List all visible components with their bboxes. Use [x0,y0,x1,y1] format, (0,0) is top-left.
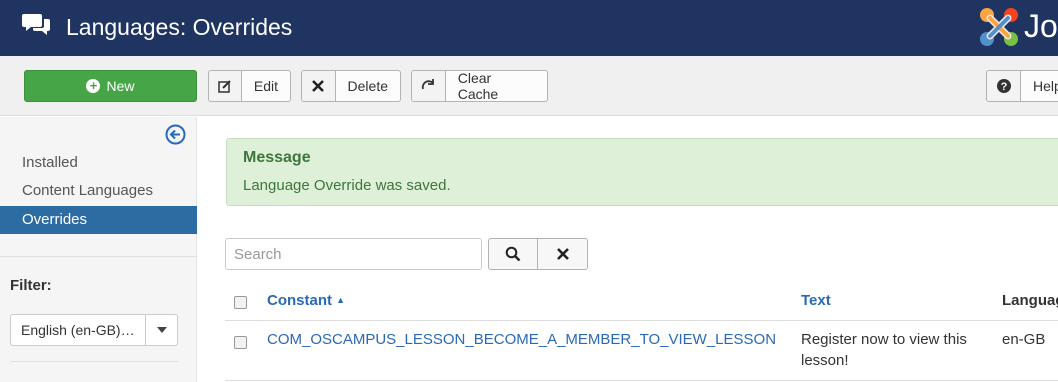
page-title: Languages: Overrides [66,14,293,40]
help-button[interactable]: ? Help [986,70,1058,102]
new-button-label: New [106,78,135,94]
toolbar: + New Edit Delete Clear Cache ? Help [0,56,1058,116]
search-icon [505,246,521,262]
close-icon [302,71,336,101]
clear-search-button[interactable] [537,238,588,270]
caret-down-icon [145,315,177,345]
table-divider [225,380,1058,381]
edit-icon [209,71,242,101]
search-input[interactable] [225,238,482,270]
message-text: Language Override was saved. [243,177,451,194]
joomla-logo[interactable] [976,4,1022,50]
brand-text: Jo [1024,8,1058,44]
sidebar-divider [0,256,197,257]
row-constant-link[interactable]: COM_OSCAMPUS_LESSON_BECOME_A_MEMBER_TO_V… [267,329,776,350]
new-button[interactable]: + New [24,70,197,102]
success-message: Message Language Override was saved. [226,138,1058,206]
table-divider [225,320,1058,321]
text-sort-link[interactable]: Text [801,292,831,309]
language-filter-value: English (en-GB)… [21,322,135,338]
edit-button[interactable]: Edit [208,70,291,102]
column-header-constant[interactable]: Constant ▲ [267,292,345,309]
column-header-language[interactable]: Language [1002,292,1058,309]
svg-text:?: ? [1000,81,1007,93]
edit-button-label: Edit [253,78,278,94]
sidebar-item-content-languages[interactable]: Content Languages [0,177,197,205]
row-text: Register now to view this lesson! [801,331,967,369]
search-button[interactable] [488,238,538,270]
delete-button[interactable]: Delete [301,70,401,102]
filter-label: Filter: [10,277,52,294]
row-checkbox[interactable] [234,336,247,349]
help-button-label: Help [1033,78,1058,94]
collapse-sidebar-icon[interactable] [165,124,186,145]
close-icon [556,248,569,260]
sidebar-item-overrides[interactable]: Overrides [0,206,197,234]
header-bar: Languages: Overrides Jo [0,0,1058,56]
plus-circle-icon: + [86,79,101,93]
clear-cache-button-label: Clear Cache [457,70,499,102]
delete-button-label: Delete [347,78,388,94]
constant-sort-link[interactable]: Constant [267,292,332,309]
sort-asc-icon: ▲ [336,295,346,305]
column-header-text[interactable]: Text [801,292,831,309]
row-language: en-GB [1002,331,1046,348]
message-heading: Message [243,149,311,166]
sidebar: Installed Content Languages Overrides Fi… [0,117,197,382]
question-icon: ? [987,71,1021,101]
language-filter-select[interactable]: English (en-GB)… [10,314,178,346]
select-all-checkbox[interactable] [234,296,247,309]
comments-icon [22,14,50,35]
refresh-icon [412,71,446,101]
sidebar-divider [10,361,178,362]
clear-cache-button[interactable]: Clear Cache [411,70,548,102]
sidebar-item-installed[interactable]: Installed [0,149,197,177]
